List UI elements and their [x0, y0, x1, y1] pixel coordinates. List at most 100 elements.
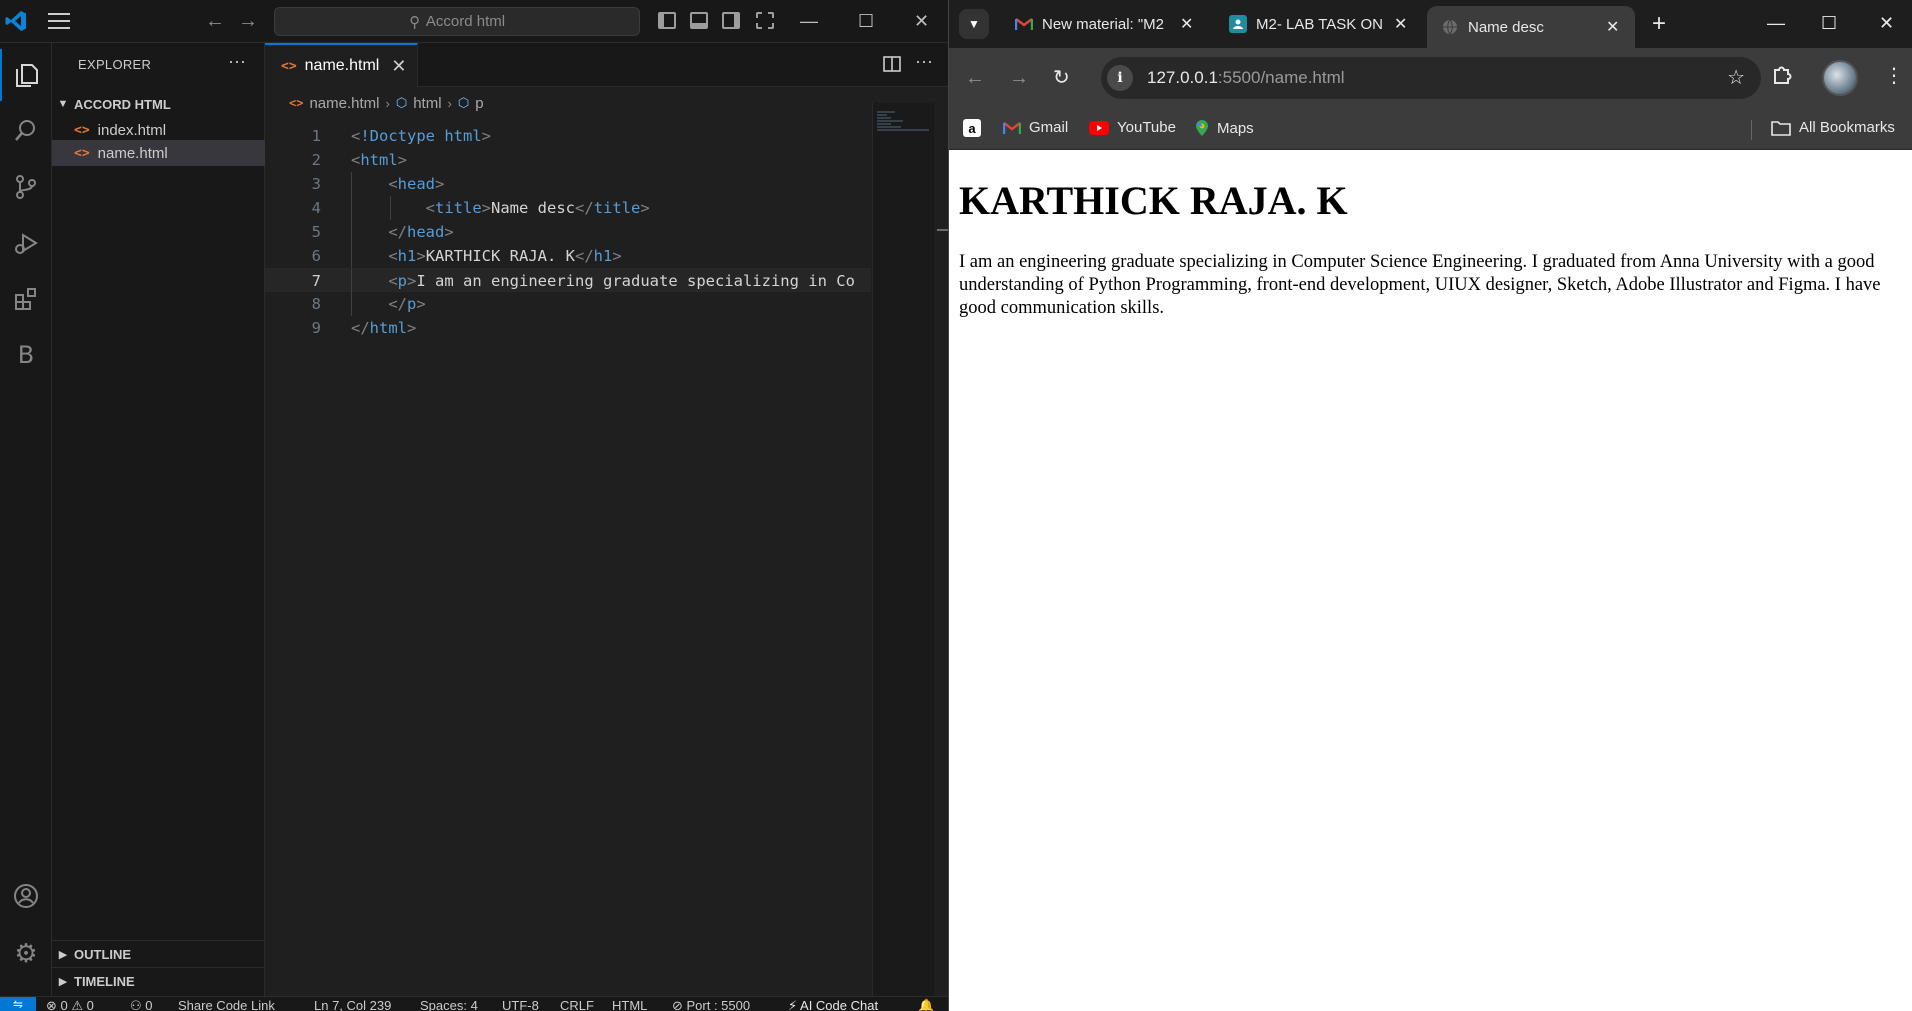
amazon-bookmark[interactable]: a	[963, 119, 981, 137]
extensions-puzzle-icon[interactable]	[1771, 64, 1793, 92]
line-content: <title>Name desc</title>	[425, 199, 650, 217]
encoding-status[interactable]: UTF-8	[502, 997, 539, 1011]
line-number: 9	[311, 319, 321, 337]
file-name: index.html	[97, 121, 167, 139]
bookmark-gmail[interactable]: Gmail	[1003, 119, 1068, 136]
tab-name-html[interactable]: <> name.html ✕	[265, 43, 418, 87]
menu-icon[interactable]	[48, 13, 70, 29]
ai-code-chat[interactable]: ⚡ AI Code Chat	[788, 997, 878, 1011]
source-control-icon[interactable]	[0, 161, 52, 213]
url-path: :5500/name.html	[1217, 68, 1345, 87]
extensions-icon[interactable]	[0, 273, 52, 325]
outline-label: OUTLINE	[74, 946, 132, 962]
browser-tab-classroom[interactable]: M2- LAB TASK ON ✕	[1215, 8, 1420, 40]
timeline-section[interactable]: ▶ TIMELINE	[52, 967, 265, 994]
remote-icon[interactable]: ⇋	[0, 997, 36, 1011]
maximize-icon[interactable]: ☐	[1821, 12, 1837, 34]
toggle-panel-icon[interactable]	[690, 12, 708, 29]
timeline-label: TIMELINE	[74, 973, 135, 989]
code-line[interactable]: 2 <html>	[265, 148, 871, 172]
minimap-line	[877, 126, 901, 128]
code-line[interactable]: 9 </html>	[265, 316, 871, 340]
minimap[interactable]	[872, 103, 934, 996]
live-server-port[interactable]: ⊘ Port : 5500	[672, 997, 750, 1011]
code-line[interactable]: 1 <!Doctype html>	[265, 124, 871, 148]
tab-search-chevron-icon[interactable]: ▼	[959, 9, 989, 39]
forward-arrow-icon[interactable]: →	[1009, 66, 1029, 90]
line-content: <html>	[351, 151, 408, 169]
code-line[interactable]: 6 <h1>KARTHICK RAJA. K</h1>	[265, 244, 871, 268]
close-tab-icon[interactable]: ✕	[391, 56, 406, 77]
new-tab-plus-icon[interactable]: +	[1652, 10, 1666, 38]
minimize-icon[interactable]: —	[1767, 12, 1785, 34]
outline-section[interactable]: ▶ OUTLINE	[52, 940, 265, 967]
b-extension-icon[interactable]: B	[0, 329, 52, 381]
breadcrumb-file[interactable]: name.html	[309, 95, 379, 112]
address-bar[interactable]: i 127.0.0.1:5500/name.html ☆	[1101, 57, 1761, 99]
code-line[interactable]: 5 </head>	[265, 220, 871, 244]
code-line[interactable]: 3 <head>	[265, 172, 871, 196]
accounts-icon[interactable]	[0, 870, 52, 922]
line-content: <h1>KARTHICK RAJA. K</h1>	[388, 247, 622, 265]
search-icon[interactable]	[0, 105, 52, 157]
all-bookmarks-label: All Bookmarks	[1799, 119, 1895, 136]
file-item-name-html[interactable]: <> name.html	[52, 140, 265, 166]
bookmark-star-icon[interactable]: ☆	[1727, 65, 1745, 90]
cursor-position[interactable]: Ln 7, Col 239	[314, 997, 391, 1011]
toggle-secondary-sidebar-icon[interactable]	[722, 12, 740, 29]
code-line[interactable]: 7 <p>I am an engineering graduate specia…	[265, 268, 871, 293]
profile-avatar[interactable]	[1822, 60, 1858, 96]
code-line[interactable]: 4 <title>Name desc</title>	[265, 196, 871, 220]
back-arrow-icon[interactable]: ←	[965, 66, 985, 90]
problems-status[interactable]: ⊗ 0 ⚠ 0	[46, 997, 94, 1011]
editor-tabbar: <> name.html ✕ ···	[265, 43, 948, 87]
customize-layout-icon[interactable]	[756, 12, 774, 29]
chrome-menu-icon[interactable]: ⋮	[1884, 64, 1904, 88]
split-editor-icon[interactable]	[883, 55, 901, 78]
bookmark-youtube[interactable]: YouTube	[1089, 119, 1176, 136]
bookmark-label: Maps	[1217, 119, 1254, 137]
toggle-primary-sidebar-icon[interactable]	[658, 12, 676, 29]
minimize-icon[interactable]: —	[800, 10, 818, 32]
close-tab-icon[interactable]: ✕	[1180, 14, 1193, 34]
settings-gear-icon[interactable]: ⚙	[0, 927, 52, 979]
line-number: 8	[311, 295, 321, 313]
file-name: name.html	[97, 144, 168, 162]
site-info-icon[interactable]: i	[1107, 65, 1133, 91]
url-text[interactable]: 127.0.0.1:5500/name.html	[1147, 68, 1345, 88]
browser-tab-gmail[interactable]: New material: "M2 ✕	[1001, 8, 1206, 40]
chevron-right-icon: ›	[385, 95, 390, 111]
notifications-bell-icon[interactable]: 🔔	[918, 997, 934, 1011]
reload-icon[interactable]: ↻	[1053, 66, 1070, 90]
breadcrumb-html[interactable]: html	[413, 95, 441, 112]
indentation-status[interactable]: Spaces: 4	[420, 997, 478, 1011]
close-tab-icon[interactable]: ✕	[1394, 14, 1407, 34]
share-code-link[interactable]: Share Code Link	[178, 997, 275, 1011]
ports-status[interactable]: ⚇ 0	[130, 997, 153, 1011]
command-center-search[interactable]: ⚲ Accord html	[274, 7, 640, 36]
forward-arrow-icon[interactable]: →	[238, 9, 258, 33]
bookmark-maps[interactable]: Maps	[1195, 119, 1254, 137]
all-bookmarks-button[interactable]: All Bookmarks	[1771, 119, 1895, 136]
eol-status[interactable]: CRLF	[560, 997, 594, 1011]
close-window-icon[interactable]: ✕	[1879, 12, 1894, 34]
minimap-line	[877, 114, 887, 116]
code-editor[interactable]: 1 <!Doctype html> 2 <html> 3 <head> 4 <title>…	[265, 124, 871, 824]
close-tab-icon[interactable]: ✕	[1606, 17, 1619, 37]
language-mode[interactable]: HTML	[612, 997, 647, 1011]
explorer-icon[interactable]	[0, 49, 52, 101]
line-content: <head>	[388, 175, 445, 193]
maximize-icon[interactable]: ☐	[858, 10, 874, 32]
close-window-icon[interactable]: ✕	[914, 10, 929, 32]
chevron-right-icon: ›	[447, 95, 452, 111]
breadcrumb-p[interactable]: p	[475, 95, 483, 112]
run-debug-icon[interactable]	[0, 217, 52, 269]
code-line[interactable]: 8 </p>	[265, 292, 871, 316]
more-actions-icon[interactable]: ···	[228, 51, 246, 72]
back-arrow-icon[interactable]: ←	[205, 9, 225, 33]
browser-tab-name-desc[interactable]: Name desc ✕	[1427, 6, 1635, 48]
line-number: 1	[311, 127, 321, 145]
folder-header[interactable]: ▼ ACCORD HTML	[52, 92, 265, 116]
youtube-icon	[1089, 120, 1109, 135]
editor-more-icon[interactable]: ···	[915, 51, 933, 72]
